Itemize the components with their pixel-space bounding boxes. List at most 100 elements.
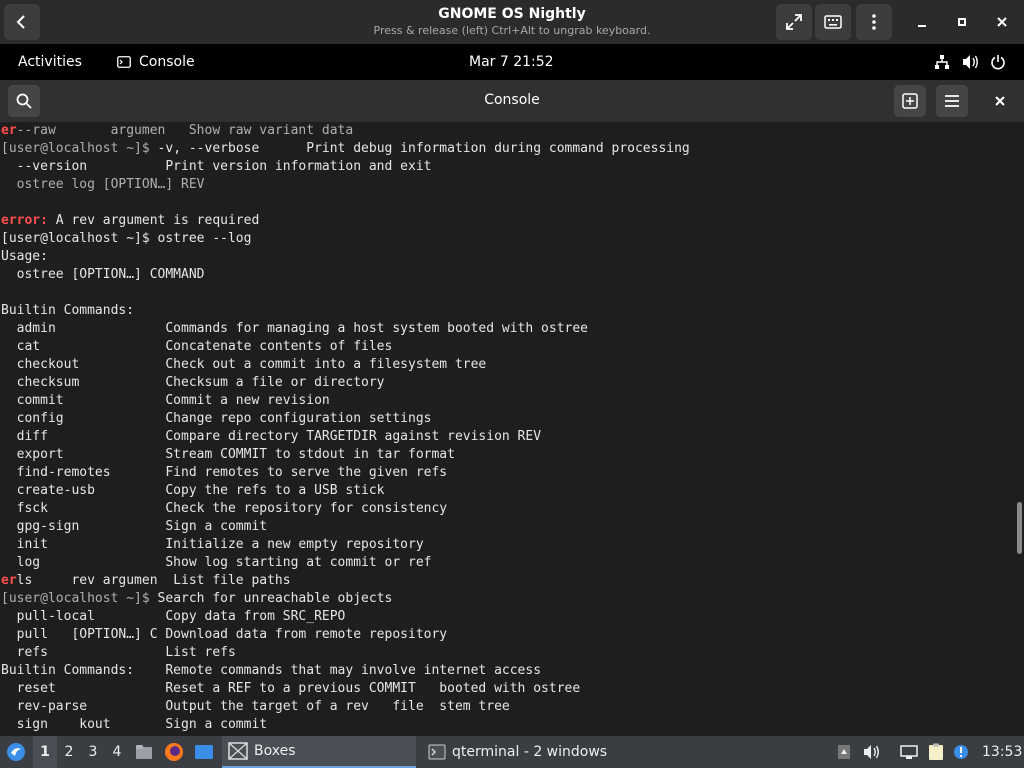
keyboard-button[interactable] xyxy=(815,4,851,40)
terminal-line: [user@localhost ~]$ -v, --verbose Print … xyxy=(1,140,690,158)
activities-button[interactable]: Activities xyxy=(18,44,82,80)
terminal-line: fsck Check the repository for consistenc… xyxy=(1,500,447,518)
terminal-text: diff Compare directory TARGETDIR against… xyxy=(1,429,542,444)
terminal-text: rev-parse Output the target of a rev fil… xyxy=(1,699,510,714)
show-desktop-icon[interactable] xyxy=(193,736,215,768)
close-icon xyxy=(997,17,1007,27)
terminal-line: er--raw argumen Show raw variant data xyxy=(1,122,353,140)
kebab-menu-icon xyxy=(872,14,876,30)
fullscreen-icon xyxy=(786,14,802,30)
terminal-output[interactable]: er--raw argumen Show raw variant data [us… xyxy=(0,122,1024,736)
close-button[interactable] xyxy=(984,4,1020,40)
terminal-text: Builtin Commands: xyxy=(1,303,135,318)
minimize-icon xyxy=(918,25,926,27)
terminal-text: --raw argumen Show raw variant data xyxy=(16,123,354,138)
close-icon xyxy=(995,96,1005,106)
taskbar-clock[interactable]: 13:53 xyxy=(982,736,1022,768)
distro-logo-icon xyxy=(7,743,25,761)
vm-menu-button[interactable] xyxy=(856,4,892,40)
task-label: Boxes xyxy=(254,743,296,759)
terminal-icon xyxy=(428,744,446,760)
terminal-text: checksum Checksum a file or directory xyxy=(1,375,385,390)
app-menu-console[interactable]: Console xyxy=(117,44,195,80)
terminal-line: Builtin Commands: xyxy=(1,302,134,320)
tray-up-arrow-icon[interactable] xyxy=(833,736,855,768)
task-qterminal[interactable]: qterminal - 2 windows xyxy=(422,736,622,768)
host-taskbar: 1 2 3 4 Boxes qterminal - 2 windows 13:5… xyxy=(0,736,1024,768)
maximize-button[interactable] xyxy=(944,4,980,40)
start-menu-button[interactable] xyxy=(4,736,28,768)
terminal-text: ostree log [OPTION…] REV xyxy=(1,177,205,192)
terminal-text: export Stream COMMIT to stdout in tar fo… xyxy=(1,447,455,462)
terminal-line: export Stream COMMIT to stdout in tar fo… xyxy=(1,446,455,464)
terminal-line: create-usb Copy the refs to a USB stick xyxy=(1,482,385,500)
tray-update-icon[interactable] xyxy=(950,736,972,768)
terminal-line: checkout Check out a commit into a files… xyxy=(1,356,487,374)
volume-icon[interactable] xyxy=(962,44,980,80)
workspace-4[interactable]: 4 xyxy=(105,736,129,768)
terminal-line: ostree log [OPTION…] REV xyxy=(1,176,205,194)
scrollbar-thumb[interactable] xyxy=(1017,502,1022,554)
terminal-line: admin Commands for managing a host syste… xyxy=(1,320,588,338)
terminal-line: pull [OPTION…] C Download data from remo… xyxy=(1,626,447,644)
hamburger-menu-button[interactable] xyxy=(936,85,968,117)
terminal-text: checkout Check out a commit into a files… xyxy=(1,357,487,372)
new-tab-icon xyxy=(902,93,918,109)
fullscreen-button[interactable] xyxy=(776,4,812,40)
network-icon[interactable] xyxy=(934,44,950,80)
minimize-button[interactable] xyxy=(904,4,940,40)
new-tab-button[interactable] xyxy=(894,85,926,117)
task-boxes[interactable]: Boxes xyxy=(222,736,416,768)
task-label: qterminal - 2 windows xyxy=(452,744,608,760)
terminal-text: init Initialize a new empty repository xyxy=(1,537,424,552)
terminal-text: Search for unreachable objects xyxy=(157,591,393,606)
terminal-text: ostree [OPTION…] COMMAND xyxy=(1,267,205,282)
terminal-text: er xyxy=(1,573,17,588)
tray-volume-icon[interactable] xyxy=(861,736,883,768)
clock-datetime[interactable]: Mar 7 21:52 xyxy=(469,44,554,80)
terminal-line: checksum Checksum a file or directory xyxy=(1,374,385,392)
tray-clipboard-icon[interactable] xyxy=(925,736,947,768)
terminal-line: reset Reset a REF to a previous COMMIT b… xyxy=(1,680,581,698)
terminal-text: pull-local Copy data from SRC_REPO xyxy=(1,609,346,624)
terminal-text: create-usb Copy the refs to a USB stick xyxy=(1,483,385,498)
file-manager-icon[interactable] xyxy=(134,736,154,768)
terminal-line: refs List refs xyxy=(1,644,236,662)
terminal-text: config Change repo configuration setting… xyxy=(1,411,432,426)
terminal-text: fsck Check the repository for consistenc… xyxy=(1,501,448,516)
console-title: Console xyxy=(484,92,540,108)
boxes-header-bar: GNOME OS Nightly Press & release (left) … xyxy=(0,0,1024,44)
console-header-bar: Console xyxy=(0,80,1024,122)
terminal-line: ostree [OPTION…] COMMAND xyxy=(1,266,205,284)
terminal-text: --version Print version information and … xyxy=(1,159,432,174)
maximize-icon xyxy=(958,18,966,26)
terminal-text: admin Commands for managing a host syste… xyxy=(1,321,588,336)
terminal-text: [user@localhost ~]$ ostree --log xyxy=(1,231,252,246)
workspace-1[interactable]: 1 xyxy=(33,736,57,768)
power-icon[interactable] xyxy=(990,44,1006,80)
firefox-icon[interactable] xyxy=(164,736,184,768)
keyboard-icon xyxy=(824,15,842,29)
terminal-text: [user@localhost ~]$ xyxy=(1,591,158,606)
terminal-line: cat Concatenate contents of files xyxy=(1,338,393,356)
terminal-line: sign kout Sign a commit xyxy=(1,716,267,734)
terminal-line: error: A rev argument is required xyxy=(1,212,259,230)
workspace-3[interactable]: 3 xyxy=(81,736,105,768)
terminal-text: A rev argument is required xyxy=(47,213,260,228)
terminal-text: -v, --verbose Print debug information du… xyxy=(157,141,690,156)
terminal-text: reset Reset a REF to a previous COMMIT b… xyxy=(1,681,581,696)
terminal-line: --version Print version information and … xyxy=(1,158,432,176)
terminal-line: erls rev argumen List file paths xyxy=(1,572,291,590)
workspace-2[interactable]: 2 xyxy=(57,736,81,768)
terminal-line: gpg-sign Sign a commit xyxy=(1,518,267,536)
terminal-line: pull-local Copy data from SRC_REPO xyxy=(1,608,346,626)
terminal-text: ls rev argumen List file paths xyxy=(16,573,291,588)
tray-network-icon[interactable] xyxy=(898,736,920,768)
console-close-button[interactable] xyxy=(984,85,1016,117)
terminal-line: [user@localhost ~]$ Search for unreachab… xyxy=(1,590,392,608)
boxes-app-icon xyxy=(228,742,248,760)
terminal-line: config Change repo configuration setting… xyxy=(1,410,432,428)
terminal-icon xyxy=(117,56,131,68)
terminal-text: pull [OPTION…] C Download data from remo… xyxy=(1,627,448,642)
terminal-line: log Show log starting at commit or ref xyxy=(1,554,432,572)
